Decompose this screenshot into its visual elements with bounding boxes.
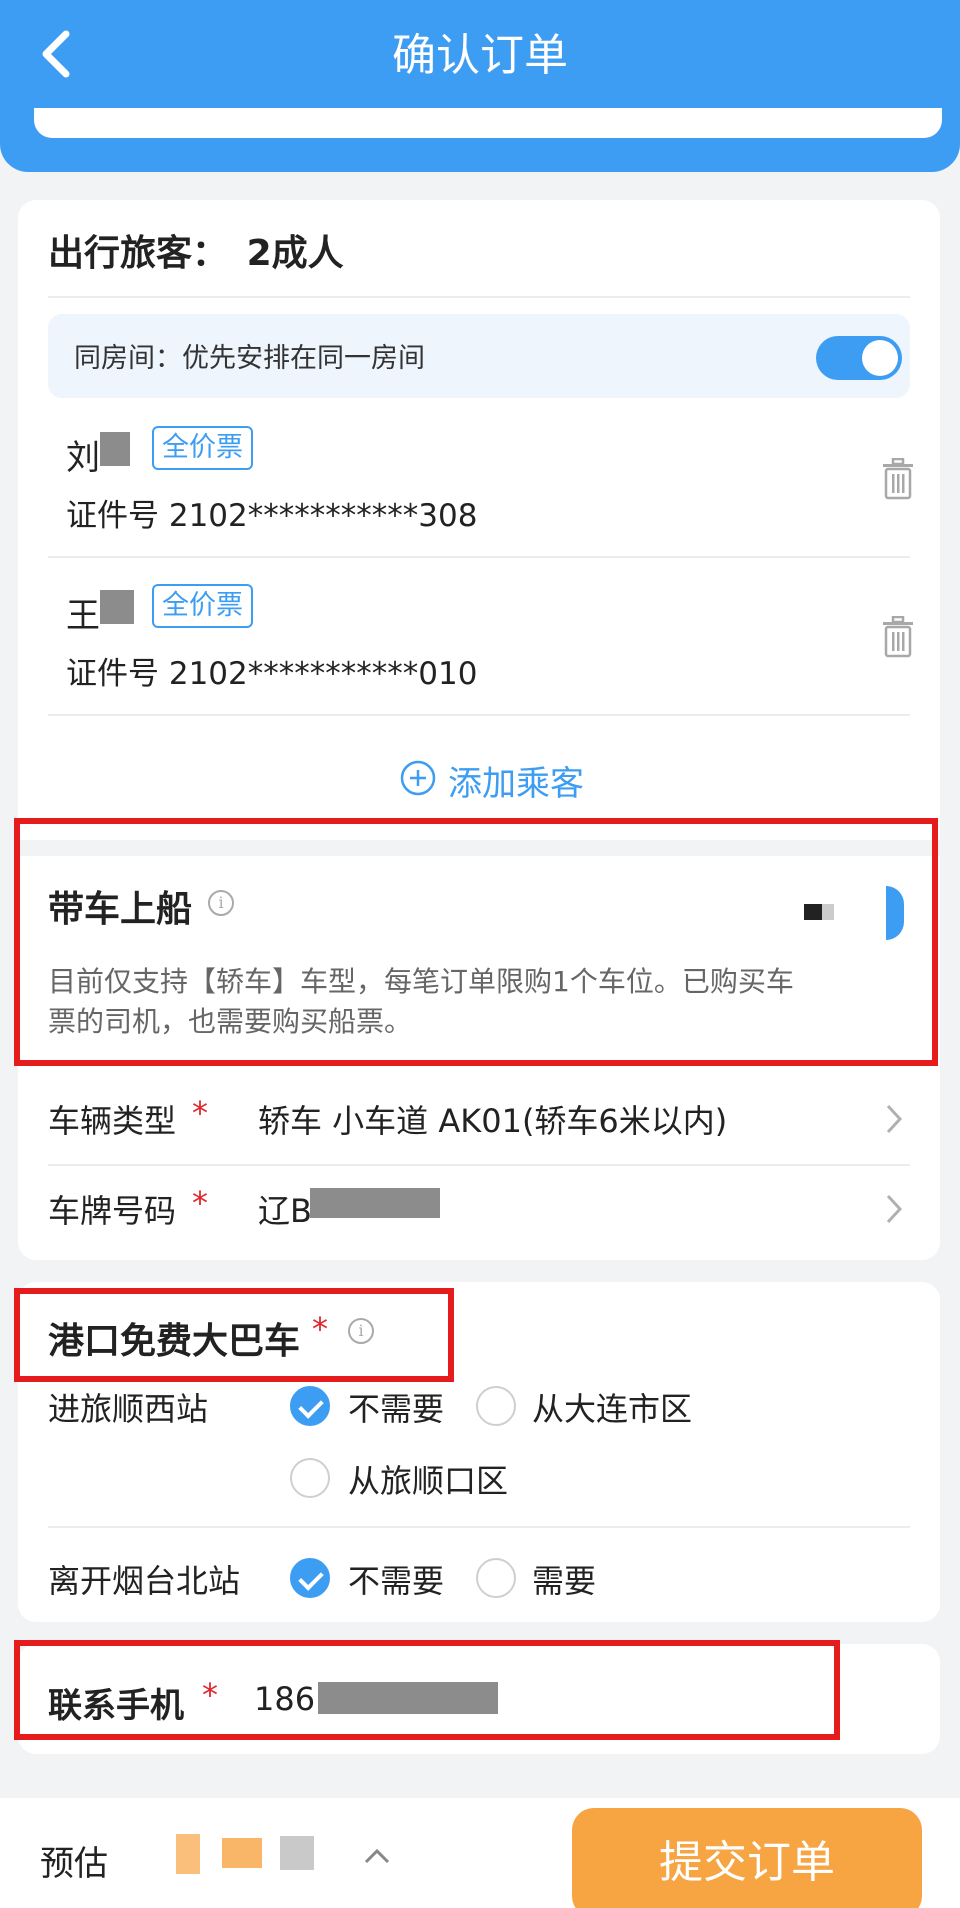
plate-number-value: 辽B — [258, 1192, 312, 1230]
price-mask-3 — [280, 1836, 314, 1870]
radio-inbound-dalian-label[interactable]: 从大连市区 — [532, 1384, 692, 1430]
divider — [48, 296, 910, 298]
inbound-label: 进旅顺西站 — [48, 1390, 209, 1428]
add-passenger-label: 添加乘客 — [448, 764, 584, 804]
radio-inbound-dalian[interactable] — [476, 1386, 516, 1426]
highlight-bus-title — [14, 1288, 454, 1382]
radio-inbound-no-label[interactable]: 不需要 — [348, 1384, 444, 1430]
delete-icon[interactable] — [880, 458, 916, 500]
page-title: 确认订单 — [392, 30, 568, 81]
name-mask — [100, 590, 134, 624]
passenger-name: 刘 — [66, 438, 100, 478]
passenger-item: 刘 全价票 证件号 2102***********308 — [48, 420, 913, 560]
radio-outbound-no[interactable] — [290, 1558, 330, 1598]
passenger-id: 证件号 2102***********010 — [66, 656, 478, 692]
toggle-knob — [862, 340, 898, 376]
footer-bar: 预估 提交订单 — [0, 1798, 960, 1908]
passenger-card: 出行旅客： 2成人 同房间：优先安排在同一房间 刘 全价票 证件号 2102**… — [18, 200, 940, 1260]
divider — [48, 556, 910, 558]
plate-number-row[interactable]: 车牌号码 * 辽B — [48, 1166, 910, 1256]
radio-inbound-no[interactable] — [290, 1386, 330, 1426]
delete-icon[interactable] — [880, 616, 916, 658]
divider — [48, 714, 910, 716]
add-circle-icon — [400, 760, 436, 796]
vehicle-type-row[interactable]: 车辆类型 * 轿车 小车道 AK01(轿车6米以内) — [48, 1076, 910, 1166]
radio-inbound-lvshun[interactable] — [290, 1458, 330, 1498]
vehicle-type-label: 车辆类型 — [48, 1102, 177, 1140]
radio-outbound-yes[interactable] — [476, 1558, 516, 1598]
passenger-item: 王 全价票 证件号 2102***********010 — [48, 578, 913, 718]
plate-mask — [310, 1188, 440, 1218]
chevron-right-icon — [886, 1104, 903, 1134]
passenger-id: 证件号 2102***********308 — [66, 498, 478, 534]
name-mask — [100, 432, 130, 466]
price-mask-1 — [176, 1834, 200, 1874]
highlight-car-section — [14, 818, 938, 1066]
same-room-row: 同房间：优先安排在同一房间 — [48, 314, 910, 398]
divider — [48, 1526, 910, 1528]
estimate-label: 预估 — [40, 1844, 108, 1884]
header-bar: 确认订单 — [0, 0, 960, 172]
chevron-up-icon[interactable] — [362, 1846, 392, 1866]
same-room-text: 同房间：优先安排在同一房间 — [74, 343, 425, 374]
ticket-type-badge: 全价票 — [152, 584, 253, 628]
highlight-contact — [14, 1640, 840, 1740]
plate-number-label: 车牌号码 — [48, 1192, 177, 1230]
header-card-edge — [34, 108, 942, 138]
radio-inbound-lvshun-label[interactable]: 从旅顺口区 — [348, 1456, 508, 1502]
submit-order-button[interactable]: 提交订单 — [572, 1808, 922, 1908]
vehicle-type-value: 轿车 小车道 AK01(轿车6米以内) — [258, 1102, 728, 1140]
same-room-toggle[interactable] — [816, 336, 902, 380]
radio-outbound-no-label[interactable]: 不需要 — [348, 1556, 444, 1602]
outbound-label: 离开烟台北站 — [48, 1562, 241, 1600]
radio-outbound-yes-label[interactable]: 需要 — [532, 1556, 596, 1602]
passenger-name: 王 — [66, 596, 100, 636]
price-mask-2 — [222, 1838, 262, 1868]
passenger-count: 2成人 — [246, 233, 344, 274]
chevron-right-icon — [886, 1194, 903, 1224]
required-asterisk: * — [192, 1184, 208, 1222]
passenger-section-label: 出行旅客： 2成人 — [48, 233, 344, 274]
required-asterisk: * — [192, 1094, 208, 1132]
ticket-type-badge: 全价票 — [152, 426, 253, 470]
